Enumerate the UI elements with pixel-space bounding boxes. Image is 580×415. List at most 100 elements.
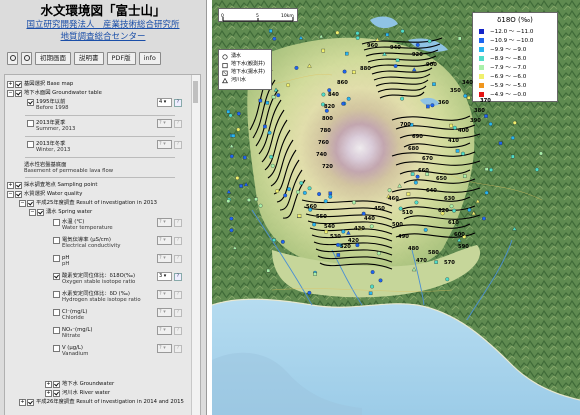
tree-item-6[interactable]: 採水調査地点 Sampling point	[24, 182, 97, 188]
help-icon[interactable]: ?	[174, 255, 182, 263]
sample-point	[498, 141, 503, 145]
scale-bar: 0 5 10km	[218, 8, 298, 22]
tree-item-9[interactable]: 湧水 Spring water	[46, 209, 92, 215]
tree-select-17[interactable]: ? ▾	[157, 344, 172, 353]
tree-checkbox-11[interactable]	[53, 237, 60, 244]
tree-checkbox-10[interactable]	[53, 219, 60, 226]
tree-item-3[interactable]: 2013年夏季 Summer, 2013	[36, 120, 75, 132]
help-icon[interactable]: ?	[174, 141, 182, 149]
org-link-1[interactable]: 国立研究開発法人 産業技術総合研究所	[0, 19, 206, 31]
tree-checkbox-15[interactable]	[53, 309, 60, 316]
sample-point	[355, 31, 360, 36]
contour-label: 700	[400, 122, 411, 128]
tree-item-7[interactable]: 水質選択 Water quality	[24, 191, 82, 197]
legend-river: 河川水	[231, 77, 247, 83]
tree-expander-1[interactable]: −	[7, 90, 14, 97]
legend-swatch-icon	[479, 74, 484, 79]
tree-expander-7[interactable]: −	[7, 191, 14, 198]
tree-select-15[interactable]: ? ▾	[157, 308, 172, 317]
map-view[interactable]: 0 5 10km 湧水 地下水(観測井) 地下水(揚水井) 河川水 δ18O (…	[212, 0, 580, 415]
sample-point	[489, 167, 494, 172]
sample-point	[400, 29, 405, 34]
tree-item-19[interactable]: 河川水 River water	[62, 390, 110, 396]
tree-select-14[interactable]: ? ▾	[157, 290, 172, 299]
sample-point	[235, 176, 240, 180]
tree-expander-18[interactable]: +	[45, 381, 52, 388]
tree-checkbox-4[interactable]	[27, 141, 34, 148]
contour-label: 490	[398, 234, 409, 240]
tree-select-12[interactable]: ? ▾	[157, 254, 172, 263]
tree-checkbox-16[interactable]	[53, 327, 60, 334]
tree-item-20[interactable]: 平成26年度調査 Result of investigation in 2014…	[36, 399, 184, 405]
info-button[interactable]: info	[138, 52, 161, 65]
tree-checkbox-2[interactable]	[27, 99, 34, 106]
tree-item-0[interactable]: 基図選択 Base map	[24, 81, 73, 87]
sample-point	[312, 222, 317, 227]
contour-label: 800	[322, 116, 333, 122]
zoom-out-icon[interactable]	[21, 52, 32, 65]
tree-checkbox-0[interactable]	[15, 81, 22, 88]
tree-select-16[interactable]: ? ▾	[157, 326, 172, 335]
tree-checkbox-14[interactable]	[53, 291, 60, 298]
help-icon[interactable]: ?	[174, 120, 182, 128]
tree-select-10[interactable]: ? ▾	[157, 218, 172, 227]
tree-item-13[interactable]: 酸素安定同位体比：δ18O(‰) Oxygen stable isotope ra…	[62, 273, 135, 285]
tree-select-11[interactable]: ? ▾	[157, 236, 172, 245]
tree-checkbox-6[interactable]	[15, 182, 22, 189]
tree-select-3[interactable]: ? ▾	[157, 119, 172, 128]
help-icon[interactable]: ?	[174, 345, 182, 353]
home-button[interactable]: 初期画面	[35, 52, 71, 65]
tree-select-13[interactable]: 3 ▾	[157, 272, 172, 281]
tree-checkbox-8[interactable]	[27, 200, 34, 207]
tree-item-14[interactable]: 水素安定同位体比：δD (‰) Hydrogen stable isotope r…	[62, 291, 141, 303]
tree-expander-0[interactable]: +	[7, 81, 14, 88]
tree-item-12[interactable]: pH pH	[62, 255, 69, 267]
sample-point	[345, 51, 349, 56]
tree-checkbox-20[interactable]	[27, 399, 34, 406]
tree-checkbox-18[interactable]	[53, 381, 60, 388]
tree-item-11[interactable]: 電気伝導率 (μS/cm) Electrical conductivity	[62, 237, 121, 249]
tree-expander-20[interactable]: +	[19, 399, 26, 406]
tree-item-15[interactable]: Cl⁻(mg/L) Chloride	[62, 309, 87, 321]
manual-button[interactable]: 説明書	[74, 52, 104, 65]
scroll-thumb[interactable]	[193, 81, 198, 103]
tree-item-1[interactable]: 地下水面図 Groundwater table	[24, 90, 102, 96]
tree-select-4[interactable]: ? ▾	[157, 140, 172, 149]
help-icon[interactable]: ?	[174, 219, 182, 227]
tree-checkbox-7[interactable]	[15, 191, 22, 198]
tree-item-18[interactable]: 地下水 Groundwater	[62, 381, 114, 387]
tree-checkbox-9[interactable]	[37, 209, 44, 216]
tree-checkbox-3[interactable]	[27, 120, 34, 127]
help-icon[interactable]: ?	[174, 273, 182, 281]
zoom-in-icon[interactable]	[7, 52, 18, 65]
tree-checkbox-1[interactable]	[15, 90, 22, 97]
tree-item-2[interactable]: 1995年以前 Before 1998	[36, 99, 68, 111]
tree-expander-9[interactable]: −	[29, 209, 36, 216]
tree-item-16[interactable]: NO₃⁻(mg/L) Nitrate	[62, 327, 92, 339]
contour-label: 720	[322, 164, 333, 170]
help-icon[interactable]: ?	[174, 309, 182, 317]
tree-checkbox-17[interactable]	[53, 345, 60, 352]
tree-item-4[interactable]: 2013年冬季 Winter, 2013	[36, 141, 70, 153]
help-icon[interactable]: ?	[174, 99, 182, 107]
tree-expander-6[interactable]: +	[7, 182, 14, 189]
help-icon[interactable]: ?	[174, 237, 182, 245]
tree-checkbox-19[interactable]	[53, 390, 60, 397]
tree-item-17[interactable]: V (μg/L) Vanadium	[62, 345, 88, 357]
org-link-2[interactable]: 地質調査総合センター	[0, 31, 206, 43]
tree-checkbox-12[interactable]	[53, 255, 60, 262]
help-icon[interactable]: ?	[174, 327, 182, 335]
tree-expander-19[interactable]: +	[45, 390, 52, 397]
tree-select-2[interactable]: 4 ▾	[157, 98, 172, 107]
tree-item-8[interactable]: 平成25年度調査 Result of investigation in 2013	[36, 200, 157, 206]
help-icon[interactable]: ?	[174, 291, 182, 299]
tree-item-5[interactable]: 透水性岩盤基底面 Basement of permeable lava flow	[24, 162, 113, 174]
tree-checkbox-13[interactable]	[53, 273, 60, 280]
tree-scrollbar[interactable]	[191, 75, 200, 415]
sample-point	[400, 96, 405, 101]
tree-item-label: 湧水 Spring water	[46, 209, 93, 215]
tree-item-10[interactable]: 水温 (℃) Water temperature	[62, 219, 113, 231]
tree-expander-8[interactable]: −	[19, 200, 26, 207]
sample-point	[461, 151, 465, 156]
pdf-button[interactable]: PDF版	[106, 52, 136, 65]
